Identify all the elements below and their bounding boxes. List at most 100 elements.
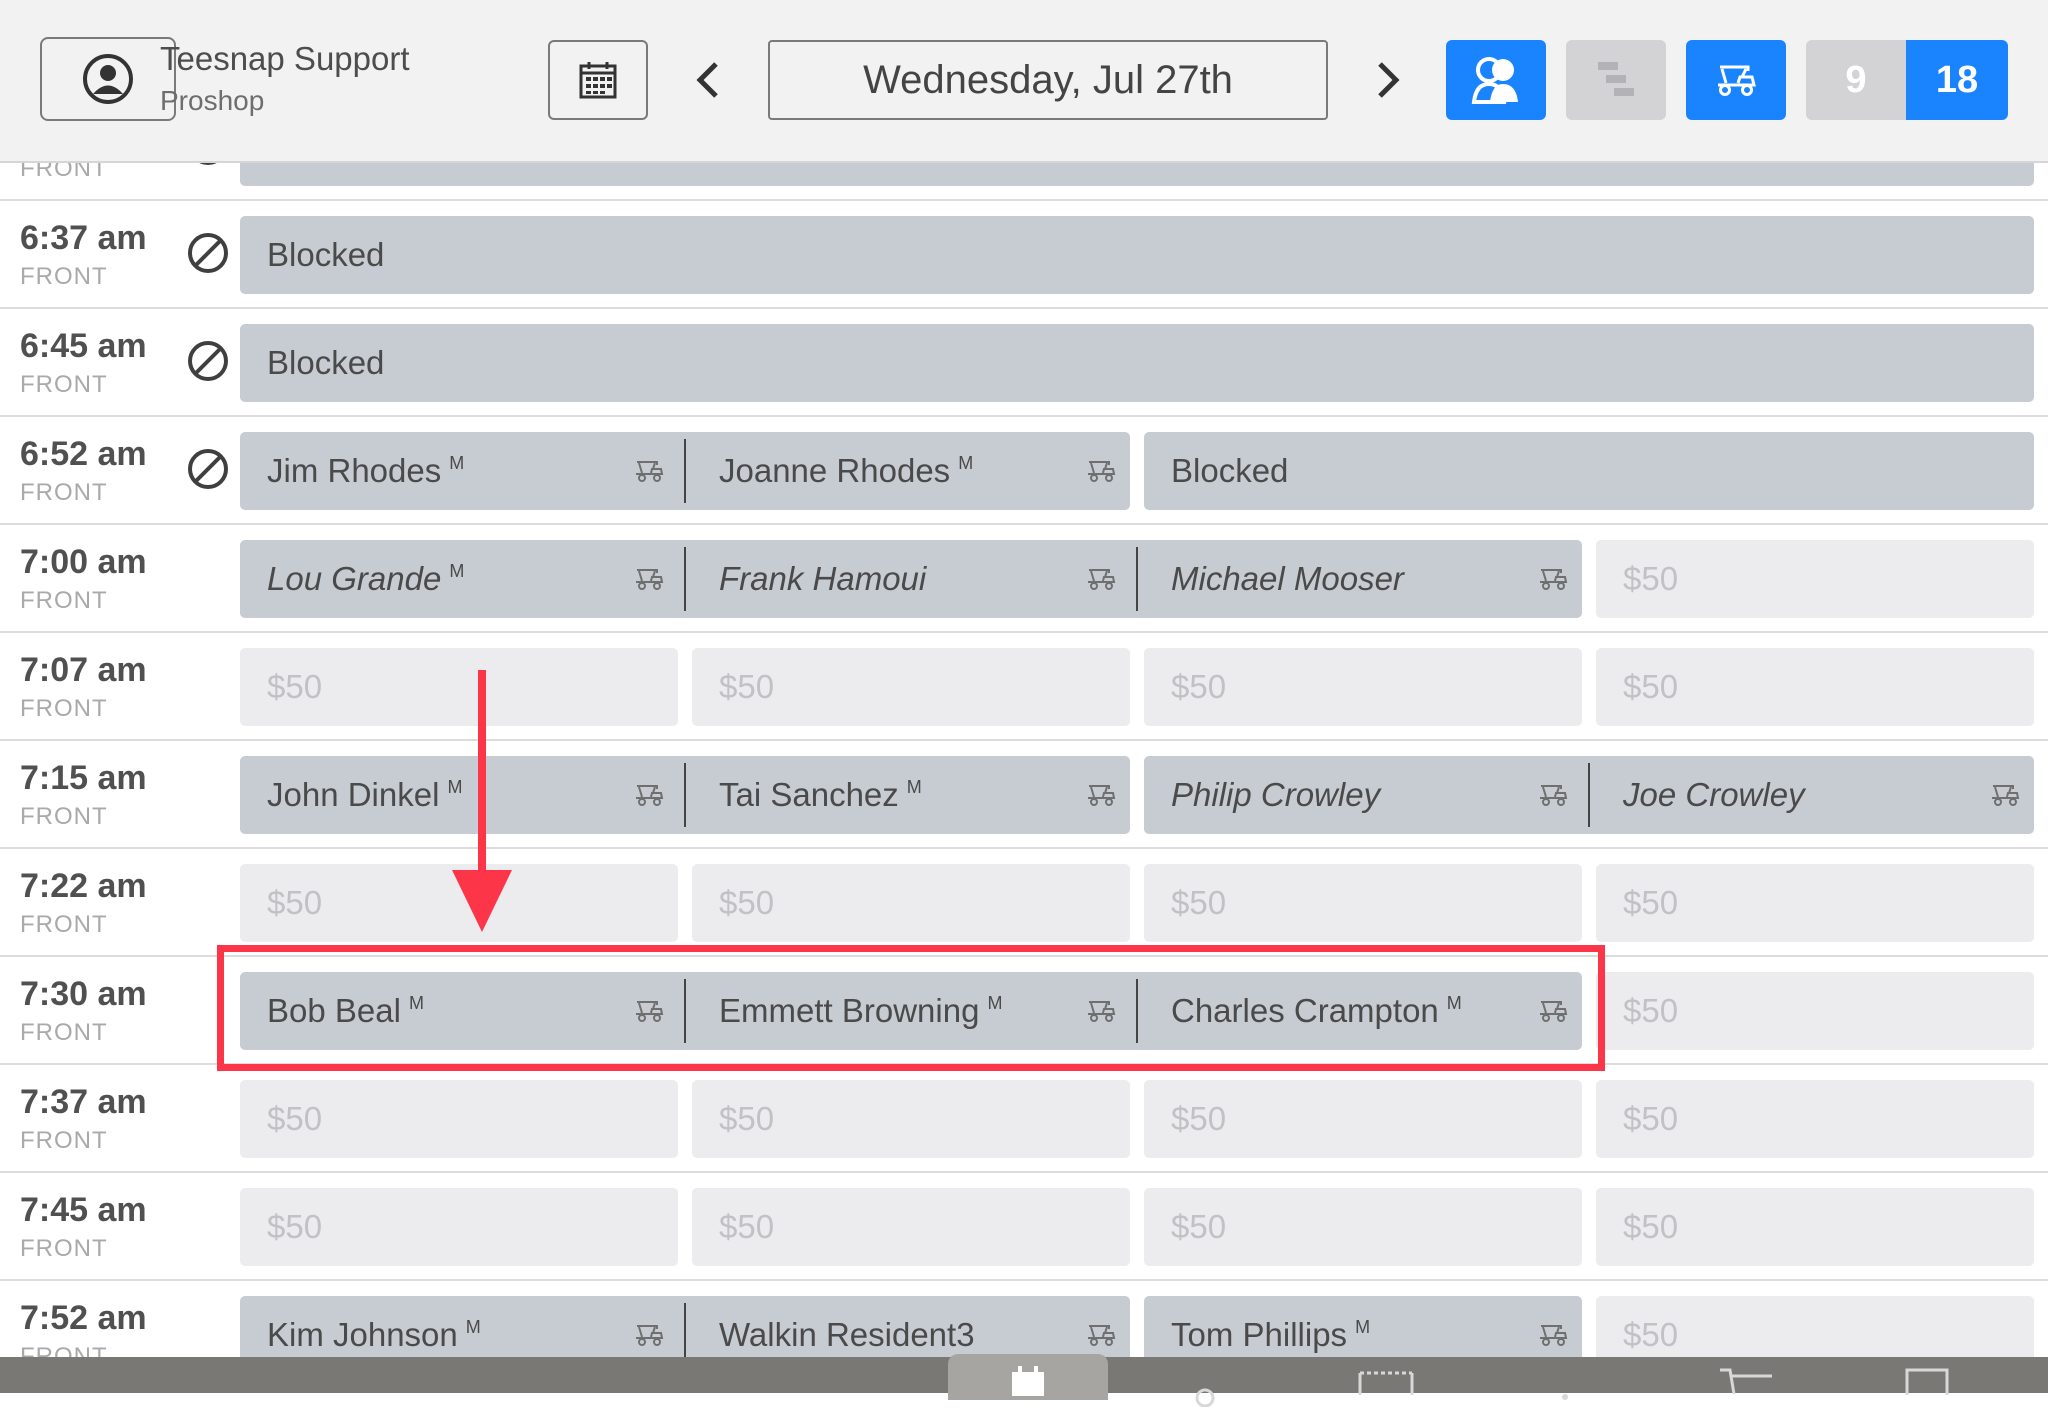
slot-price: $50 [719,1100,775,1137]
blocked-icon [188,341,228,381]
golf-cart-icon [1088,785,1116,806]
chevron-right-icon[interactable] [1370,56,1406,104]
timeline-icon [1598,62,1634,96]
player-name: Tai Sanchez [719,776,899,813]
tee-time-row: 6:45 am FRONT Blocked [0,309,2048,417]
user-button[interactable] [40,37,176,121]
player-name: Lou Grande [267,560,442,597]
open-slot[interactable]: $50 [1596,540,2034,618]
golf-cart-icon [636,461,664,482]
tag-icon[interactable] [1555,1379,1575,1409]
tee-side-label: FRONT [20,803,108,830]
tee-time: 7:07 am [20,651,147,689]
slot-price: $50 [1623,1316,1679,1353]
timeline-view-button[interactable] [1566,40,1666,120]
bottom-tab-bar [0,1354,2048,1407]
slot-divider [684,547,686,611]
booking-group: Tom Phillips M [1144,1296,1582,1357]
player-name: Tom Phillips [1171,1316,1348,1353]
tee-time-row: 7:00 am FRONT Lou Grande M Frank Hamoui Micha… [0,525,2048,633]
player-slot[interactable]: Joanne Rhodes M [692,432,1130,510]
cart-icon[interactable] [1716,1365,1776,1395]
member-badge: M [449,560,465,581]
player-slot[interactable]: Frank Hamoui [692,540,1130,618]
tee-time: 7:22 am [20,867,147,905]
open-slot[interactable]: $50 [1144,1080,1582,1158]
slot-price: $50 [1623,992,1679,1029]
slot-divider [1136,547,1138,611]
open-slot[interactable]: $50 [240,1188,678,1266]
chevron-left-icon[interactable] [690,56,726,104]
slot-divider [1588,763,1590,827]
open-slot[interactable]: $50 [1144,1188,1582,1266]
player-slot[interactable]: Kim Johnson M [240,1296,678,1357]
player-name: Joe Crowley [1623,776,1805,813]
slot-divider [684,439,686,503]
blocked-slot[interactable]: Blocked [240,216,2034,294]
player-slot[interactable]: Jim Rhodes M [240,432,678,510]
member-badge: M [449,452,465,473]
golf-cart-icon [636,1325,664,1346]
slot-price: $50 [719,1208,775,1245]
player-slot[interactable]: Joe Crowley [1596,756,2034,834]
tee-time: 7:00 am [20,543,147,581]
date-display[interactable]: Wednesday, Jul 27th [768,40,1328,120]
booking-group: Kim Johnson M Walkin Resident3 [240,1296,1130,1357]
tee-side-label: FRONT [20,1235,108,1262]
blocked-slot[interactable]: Blocked [240,324,2034,402]
golf-cart-icon [636,785,664,806]
member-badge: M [1355,1316,1371,1337]
open-slot[interactable]: $50 [1144,864,1582,942]
calendar-icon [579,62,617,99]
player-name: Philip Crowley [1171,776,1381,813]
tee-side-label: FRONT [20,1127,108,1154]
slot-price: $50 [267,1208,323,1245]
open-slot[interactable]: $50 [1596,1188,2034,1266]
golf-cart-icon [1992,785,2020,806]
open-slot[interactable]: $50 [240,1080,678,1158]
player-slot[interactable]: Lou Grande M [240,540,678,618]
player-slot[interactable]: Walkin Resident3 [692,1296,1130,1357]
calendar-icon [1012,1366,1044,1396]
slot-price: $50 [1171,1100,1227,1137]
blocked-slot[interactable]: Blocked [1144,432,2034,510]
search-icon[interactable] [1190,1377,1220,1407]
annotation-highlight-box [217,945,1605,1071]
player-slot[interactable]: Philip Crowley [1144,756,1582,834]
tee-time-row: 7:07 am FRONT $50 $50 $50 $50 [0,633,2048,741]
open-slot[interactable]: $50 [1144,648,1582,726]
blocked-label: Blocked [267,344,385,381]
player-slot[interactable]: Tai Sanchez M [692,756,1130,834]
players-view-button[interactable] [1446,40,1546,120]
player-slot[interactable]: Tom Phillips M [1144,1296,1582,1357]
open-slot[interactable]: $50 [692,1080,1130,1158]
slot-price: $50 [1623,1100,1679,1137]
booking-group: John Dinkel M Tai Sanchez M [240,756,1130,834]
holes-9-toggle[interactable]: 9 [1806,40,1906,120]
open-slot[interactable]: $50 [1596,648,2034,726]
register-icon[interactable] [1904,1365,1950,1395]
golf-cart-icon [636,569,664,590]
open-slot[interactable]: $50 [1596,1296,2034,1357]
tee-time-row: 6:52 am FRONT Jim Rhodes M Joanne Rhodes M Blo… [0,417,2048,525]
open-slot[interactable]: $50 [1596,864,2034,942]
player-slot[interactable]: Michael Mooser [1144,540,1582,618]
booking-group: Philip Crowley Joe Crowley [1144,756,2034,834]
open-slot[interactable]: $50 [1596,972,2034,1050]
open-slot[interactable]: $50 [692,864,1130,942]
calendar-button[interactable] [548,40,648,120]
tee-side-label: FRONT [20,911,108,938]
tab-tee-sheet[interactable] [948,1354,1108,1400]
player-name: Jim Rhodes [267,452,442,489]
top-toolbar: Teesnap Support Proshop Wednesday, Jul 2… [0,0,2048,163]
open-slot[interactable]: $50 [692,648,1130,726]
open-slot[interactable]: $50 [1596,1080,2034,1158]
holes-18-toggle[interactable]: 18 [1906,40,2008,120]
golf-cart-icon [1540,785,1568,806]
slot-price: $50 [1623,668,1679,705]
cart-view-button[interactable] [1686,40,1786,120]
golf-cart-icon [1540,1325,1568,1346]
tee-time: 7:52 am [20,1299,147,1337]
open-slot[interactable]: $50 [692,1188,1130,1266]
slot-price: $50 [1623,560,1679,597]
